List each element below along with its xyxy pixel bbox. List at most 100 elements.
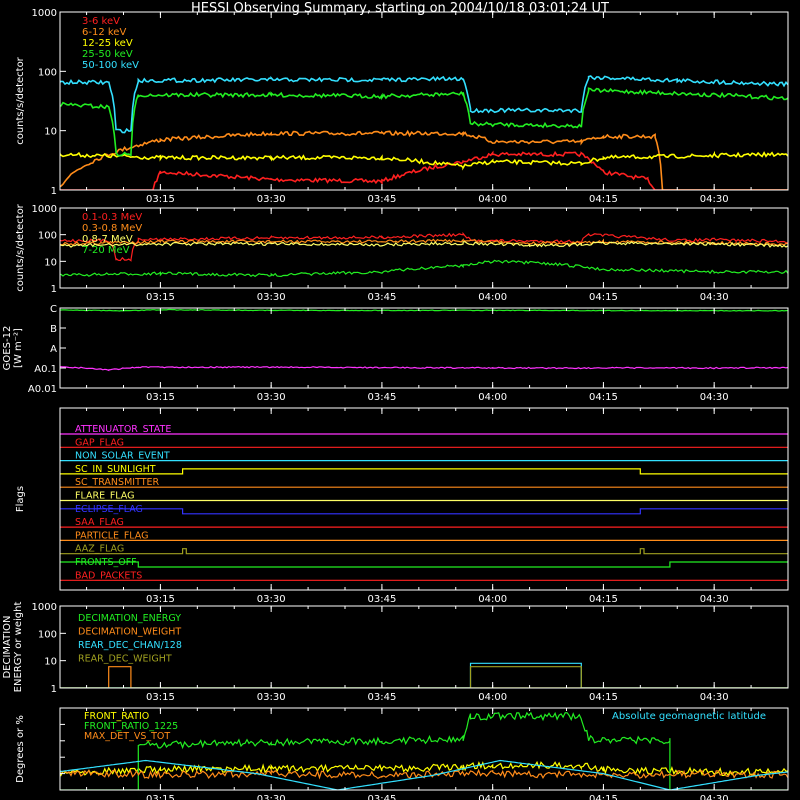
x-tick-label: 03:45 (368, 794, 397, 800)
legend-entry: 0.3-0.8 MeV (82, 223, 142, 234)
series-line (60, 468, 788, 475)
panel-ratios: 03:15 03:30 03:45 04:00 04:15 04:30 Degrees or… (15, 707, 789, 800)
x-tick-label: 03:30 (257, 292, 286, 303)
legend-entry: 12-25 keV (82, 38, 133, 49)
series-line (60, 75, 788, 134)
x-tick-label: 03:15 (146, 692, 175, 703)
y-tick-label: 100 (38, 231, 57, 242)
legend-entry: DECIMATION_WEIGHT (78, 627, 181, 638)
series-group (60, 231, 788, 278)
y-axis-label: Flags (15, 486, 26, 512)
annotation-label: Absolute geomagnetic latitude (612, 711, 766, 722)
x-tick-label: 03:30 (257, 392, 286, 403)
x-tick-label: 04:30 (700, 692, 729, 703)
x-tick-label: 04:30 (700, 794, 729, 800)
x-tick-label: 03:15 (146, 194, 175, 205)
x-tick-label: 04:30 (700, 594, 729, 605)
flag-label: SC_TRANSMITTER (75, 477, 160, 488)
legend-entry: 25-50 keV (82, 49, 133, 60)
x-tick-label: 03:15 (146, 594, 175, 605)
x-tick-label: 04:00 (478, 794, 507, 800)
x-tick-label: 04:00 (478, 392, 507, 403)
legend-entry: 7-20 MeV (82, 245, 130, 256)
flag-label: ATTENUATOR_STATE (75, 424, 171, 435)
x-tick-label: 03:30 (257, 194, 286, 205)
y-tick-label: 100 (38, 67, 57, 78)
x-tick-label: 03:15 (146, 794, 175, 800)
series-line (60, 150, 788, 171)
legend-entry: REAR_DEC_CHAN/128 (78, 640, 182, 651)
y-tick-label: 10 (44, 127, 57, 138)
x-tick-label: 04:30 (700, 392, 729, 403)
y-axis-label: Degrees or % (15, 715, 26, 783)
y-axis-label: counts/s/detector (15, 56, 26, 144)
y-tick-label: A0.01 (28, 384, 57, 395)
panel-flags: 03:15 03:30 03:45 04:00 04:15 04:30 Flags ATTEN… (15, 407, 789, 605)
y-axis-label-2: [W m⁻²] (13, 328, 24, 368)
series-line (60, 259, 788, 278)
flag-label: GAP_FLAG (75, 437, 124, 448)
x-tick-label: 03:30 (257, 692, 286, 703)
y-axis-label: counts/s/detector (15, 203, 26, 291)
y-tick-label: A0.1 (34, 364, 57, 375)
x-tick-label: 03:30 (257, 794, 286, 800)
x-tick-label: 03:45 (368, 292, 397, 303)
x-tick-label: 04:15 (589, 292, 618, 303)
x-tick-label: 04:15 (589, 794, 618, 800)
series-line (60, 231, 788, 262)
y-tick-label: 100 (38, 629, 57, 640)
y-tick-label: 1000 (32, 602, 57, 613)
x-tick-label: 03:45 (368, 392, 397, 403)
series-line (60, 308, 788, 312)
series-line (60, 561, 788, 568)
series-group (60, 308, 788, 372)
x-tick-label: 04:15 (589, 692, 618, 703)
x-tick-label: 04:00 (478, 692, 507, 703)
y-tick-label: 10 (44, 657, 57, 668)
legend-entry: DECIMATION_ENERGY (78, 613, 181, 624)
flag-label: AAZ_FLAG (75, 544, 124, 555)
flag-label: SAA_FLAG (75, 517, 124, 528)
x-tick-label: 04:30 (700, 292, 729, 303)
x-tick-label: 03:45 (368, 692, 397, 703)
x-tick-label: 04:00 (478, 194, 507, 205)
flag-label: SC_IN_SUNLIGHT (75, 464, 156, 475)
legend-entry: 6-12 keV (82, 27, 126, 38)
series-line (60, 241, 788, 248)
y-tick-label: 1 (51, 186, 57, 197)
flag-label: BAD_PACKETS (75, 570, 142, 581)
y-tick-label: 1 (51, 284, 57, 295)
y-tick-label: 1000 (32, 204, 57, 215)
series-line (60, 662, 788, 688)
y-axis-label: GOES-12 (2, 326, 13, 371)
x-tick-label: 04:00 (478, 292, 507, 303)
x-tick-label: 04:30 (700, 194, 729, 205)
y-tick-label: 1000 (32, 8, 57, 19)
y-tick-label: B (50, 324, 57, 335)
series-group (60, 75, 788, 190)
flag-label: NON_SOLAR_EVENT (75, 451, 170, 462)
summary-plot: 03:15 03:30 03:45 04:00 04:15 04:301101001000… (2, 8, 789, 800)
x-tick-label: 03:15 (146, 392, 175, 403)
flag-label: FLARE_FLAG (75, 491, 135, 502)
x-tick-label: 03:30 (257, 594, 286, 605)
series-line (60, 759, 788, 790)
series-group (60, 662, 788, 688)
x-tick-label: 03:45 (368, 594, 397, 605)
flag-label: FRONTS_OFF (75, 557, 137, 568)
flag-label: ECLIPSE_FLAG (75, 504, 143, 515)
series-line (60, 666, 788, 688)
y-axis-label: DECIMATION (2, 615, 13, 678)
legend-entry: 0.1-0.3 MeV (82, 212, 142, 223)
series-line (60, 508, 788, 515)
x-tick-label: 04:00 (478, 594, 507, 605)
legend-entry: 50-100 keV (82, 60, 139, 71)
x-tick-label: 04:15 (589, 194, 618, 205)
series-line (60, 666, 788, 688)
series-line (60, 365, 788, 372)
flag-label: PARTICLE_FLAG (75, 530, 148, 541)
x-tick-label: 03:45 (368, 194, 397, 205)
y-tick-label: 10 (44, 257, 57, 268)
series-line (60, 548, 788, 555)
legend-entry: MAX_DET_VS_TOT (84, 731, 170, 742)
